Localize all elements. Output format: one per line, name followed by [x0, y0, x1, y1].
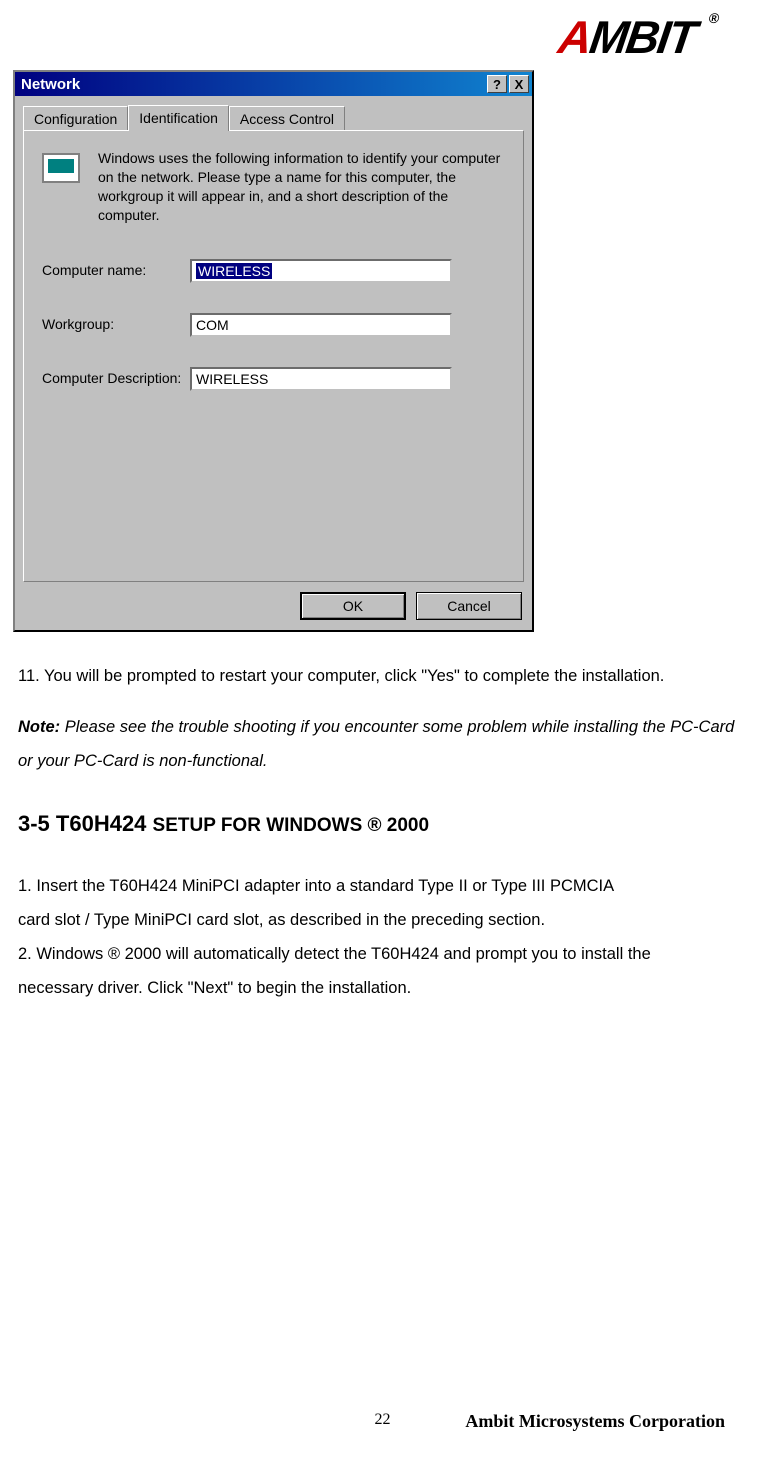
page-number: 22	[375, 1411, 391, 1429]
note-text: Please see the trouble shooting if you e…	[18, 718, 734, 770]
help-button[interactable]: ?	[487, 75, 507, 93]
tab-configuration[interactable]: Configuration	[23, 106, 128, 130]
section-heading: 3-5 T60H424 SETUP FOR WINDOWS ® 2000	[18, 801, 735, 846]
row-description: Computer Description: WIRELESS	[42, 367, 505, 391]
label-description: Computer Description:	[42, 370, 190, 387]
note-paragraph: Note: Please see the trouble shooting if…	[18, 711, 735, 779]
intro-text: Windows uses the following information t…	[98, 149, 505, 225]
logo-header: AMBIT®	[18, 10, 735, 64]
row-computer-name: Computer name: WIRELESS	[42, 259, 505, 283]
close-button[interactable]: X	[509, 75, 529, 93]
input-computer-name[interactable]: WIRELESS	[190, 259, 452, 283]
logo-reg: ®	[708, 10, 719, 26]
step-2000-1a: 1. Insert the T60H424 MiniPCI adapter in…	[18, 870, 735, 904]
title-bar: Network ? X	[15, 72, 532, 96]
tab-access-control[interactable]: Access Control	[229, 106, 345, 130]
corp-name: Ambit Microsystems Corporation	[465, 1411, 725, 1432]
label-workgroup: Workgroup:	[42, 316, 190, 333]
step-2000-2b: necessary driver. Click "Next" to begin …	[18, 972, 735, 1006]
cancel-button[interactable]: Cancel	[416, 592, 522, 620]
logo-letters-mbit: MBIT	[587, 11, 699, 63]
step-2000-2a: 2. Windows ® 2000 will automatically det…	[18, 938, 735, 972]
button-bar: OK Cancel	[15, 592, 532, 630]
step-2000-1b: card slot / Type MiniPCI card slot, as d…	[18, 904, 735, 938]
heading-sub: SETUP FOR WINDOWS ® 2000	[153, 815, 430, 836]
page-footer: 22 Ambit Microsystems Corporation	[0, 1411, 765, 1429]
intro-row: Windows uses the following information t…	[42, 149, 505, 225]
input-workgroup[interactable]: COM	[190, 313, 452, 337]
document-body: 11. You will be prompted to restart your…	[18, 660, 735, 1006]
ambit-logo: AMBIT®	[556, 10, 699, 64]
step-11: 11. You will be prompted to restart your…	[18, 660, 735, 694]
tabs-row: Configuration Identification Access Cont…	[15, 96, 532, 130]
note-label: Note:	[18, 718, 60, 736]
tab-identification[interactable]: Identification	[128, 105, 229, 131]
heading-main: 3-5 T60H424	[18, 811, 153, 836]
row-workgroup: Workgroup: COM	[42, 313, 505, 337]
label-computer-name: Computer name:	[42, 262, 190, 279]
ok-button[interactable]: OK	[300, 592, 406, 620]
network-dialog: Network ? X Configuration Identification…	[13, 70, 534, 632]
tab-panel: Windows uses the following information t…	[23, 130, 524, 582]
input-description[interactable]: WIRELESS	[190, 367, 452, 391]
dialog-title: Network	[21, 76, 485, 93]
computer-icon	[42, 153, 86, 197]
